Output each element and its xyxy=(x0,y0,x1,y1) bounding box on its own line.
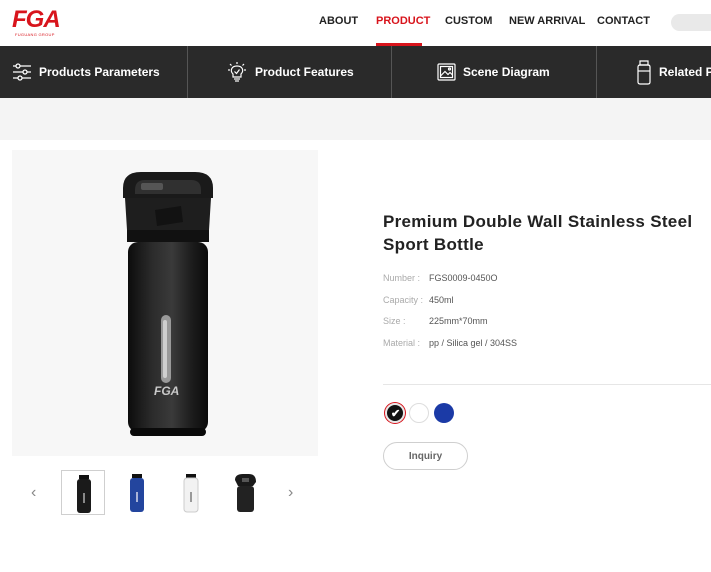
divider xyxy=(383,384,711,385)
lightbulb-icon xyxy=(228,62,246,82)
tab-product-features[interactable]: Product Features xyxy=(226,46,354,98)
product-image[interactable]: FGA xyxy=(121,170,215,438)
grey-band xyxy=(0,98,711,140)
spec-number: Number : FGS0009-0450O xyxy=(383,273,498,283)
tab-scene-diagram[interactable]: Scene Diagram xyxy=(437,46,550,98)
sliders-icon xyxy=(13,63,31,81)
thumbnail-blue[interactable] xyxy=(115,470,159,515)
spec-label: Size : xyxy=(383,316,406,326)
check-icon: ✔ xyxy=(391,408,401,420)
spec-value: 450ml xyxy=(429,295,454,305)
nav-about[interactable]: ABOUT xyxy=(319,15,358,27)
logo-mark: FGA xyxy=(12,6,61,33)
spec-value: pp / Silica gel / 304SS xyxy=(429,338,518,348)
color-swatch-black[interactable]: ✔ xyxy=(385,403,405,423)
tab-divider xyxy=(187,46,188,98)
tab-label: Product Features xyxy=(255,65,354,79)
spec-material: Material : pp / Silica gel / 304SS xyxy=(383,338,517,348)
tab-label: Scene Diagram xyxy=(463,65,550,79)
nav-product[interactable]: PRODUCT xyxy=(376,15,430,27)
nav-new-arrival[interactable]: NEW ARRIVAL xyxy=(509,15,585,27)
inquiry-button[interactable]: Inquiry xyxy=(383,442,468,470)
spec-label: Material : xyxy=(383,338,421,348)
spec-value: 225mm*70mm xyxy=(429,316,488,326)
tab-label: Related P xyxy=(659,65,711,79)
tab-label: Products Parameters xyxy=(39,65,160,79)
spec-label: Capacity : xyxy=(383,295,424,305)
brand-logo[interactable]: FGA FUGUANG GROUP xyxy=(12,8,68,38)
thumbnail-white[interactable] xyxy=(169,470,213,515)
logo-tagline: FUGUANG GROUP xyxy=(15,32,55,37)
nav-custom[interactable]: CUSTOM xyxy=(445,15,492,27)
nav-contact[interactable]: CONTACT xyxy=(597,15,650,27)
section-tab-bar: Products Parameters Product Features Sce… xyxy=(0,46,711,98)
search-input[interactable] xyxy=(671,14,711,31)
site-header: FGA FUGUANG GROUP ABOUT PRODUCT CUSTOM N… xyxy=(0,0,711,46)
image-icon xyxy=(437,63,456,81)
tab-divider xyxy=(391,46,392,98)
tab-products-parameters[interactable]: Products Parameters xyxy=(12,46,160,98)
thumbnail-black[interactable] xyxy=(61,470,105,515)
spec-capacity: Capacity : 450ml xyxy=(383,295,454,305)
tab-related-products[interactable]: Related P xyxy=(636,46,711,98)
page: FGA FUGUANG GROUP ABOUT PRODUCT CUSTOM N… xyxy=(0,0,711,572)
spec-label: Number : xyxy=(383,273,421,283)
thumbnail-lid[interactable] xyxy=(223,470,267,515)
bottle-icon xyxy=(637,60,651,85)
gallery-prev-button[interactable]: ‹ xyxy=(31,484,36,502)
spec-size: Size : 225mm*70mm xyxy=(383,316,488,326)
color-swatch-blue[interactable] xyxy=(434,403,454,423)
spec-value: FGS0009-0450O xyxy=(429,273,498,283)
gallery-next-button[interactable]: › xyxy=(288,484,293,502)
tab-divider xyxy=(596,46,597,98)
bottle-logo: FGA xyxy=(154,384,179,398)
product-title: Premium Double Wall Stainless Steel Spor… xyxy=(383,212,693,254)
color-swatch-white[interactable] xyxy=(409,403,429,423)
